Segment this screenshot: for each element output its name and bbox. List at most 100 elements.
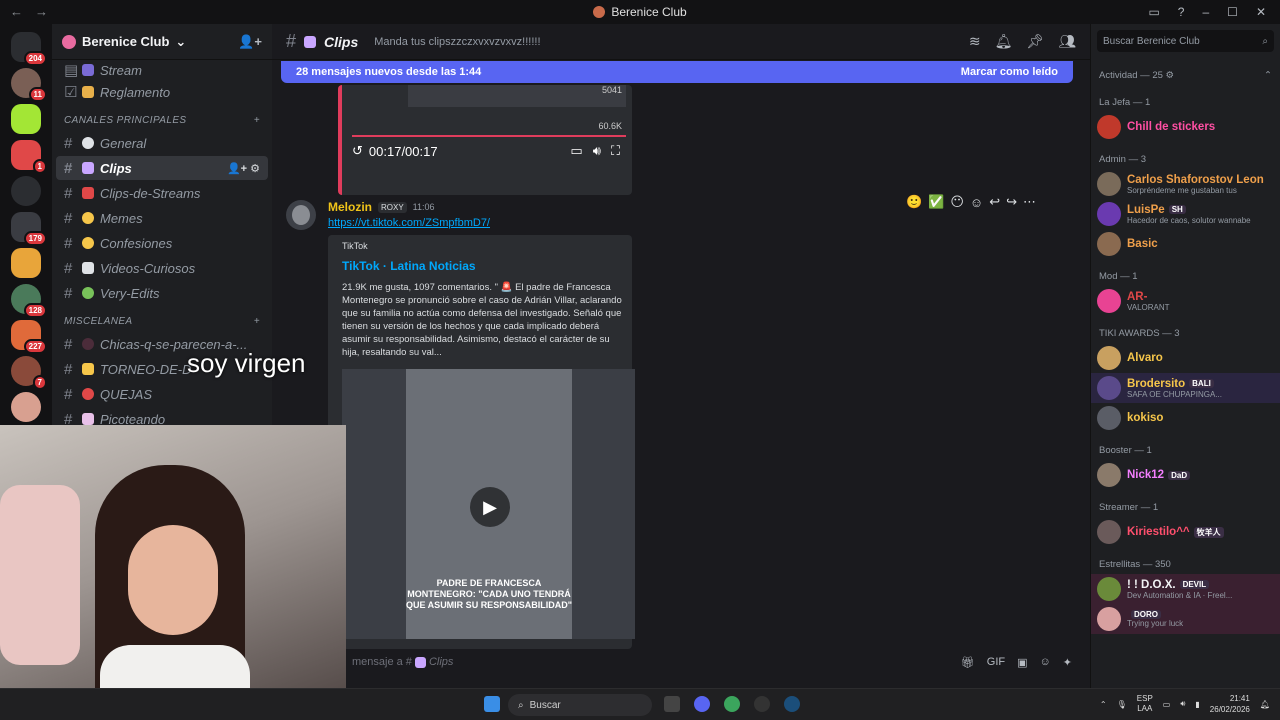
add-channel-icon[interactable]: + — [254, 316, 260, 327]
category-miscelanea[interactable]: MISCELANEA + — [56, 306, 268, 331]
captions-icon[interactable]: ▭ — [570, 143, 582, 159]
obs-icon[interactable] — [754, 696, 770, 712]
task-view-icon[interactable] — [664, 696, 680, 712]
member-item[interactable]: Carlos Shaforostov Leon Sorpréndeme me gu… — [1091, 169, 1280, 199]
member-item[interactable]: Kiriestilo^^ 牧羊人 — [1091, 517, 1280, 547]
mic-icon[interactable]: 🎙︎ — [1117, 700, 1127, 709]
bell-icon[interactable]: 🔔︎ — [995, 33, 1013, 50]
channel-clips[interactable]: # Clips 👤+ ⚙ — [56, 156, 268, 180]
author-name[interactable]: Melozin — [328, 200, 372, 214]
embed-title[interactable]: TikTok · Latina Noticias — [342, 259, 622, 273]
search-input[interactable]: Buscar Berenice Club ⌕ — [1097, 30, 1274, 52]
forward-icon[interactable]: → — [35, 4, 48, 19]
server-header[interactable]: Berenice Club ⌄ 👤+ — [52, 24, 272, 60]
battery-icon[interactable]: ▮ — [1195, 700, 1199, 709]
volume-icon[interactable]: 🔊︎ — [1180, 699, 1185, 709]
member-item[interactable]: Chill de stickers — [1091, 112, 1280, 142]
minimize-button[interactable]: – — [1202, 5, 1209, 19]
title-bar: ← → Berenice Club ▭ ? – ☐ ✕ — [0, 0, 1280, 24]
start-icon[interactable] — [484, 696, 500, 712]
member-item[interactable]: ! ! D.O.X. DEVIL Dev Automation & IA · Fre… — [1091, 574, 1280, 604]
apps-icon[interactable]: ✦ — [1063, 656, 1072, 669]
channel-reglamento[interactable]: ☑ Reglamento — [56, 80, 268, 104]
server-item[interactable] — [11, 176, 41, 206]
server-item[interactable]: 128 — [11, 284, 47, 318]
video-progress-bar[interactable] — [352, 135, 626, 137]
member-item[interactable]: LuisPe SH Hacedor de caos, solutor wannabe — [1091, 199, 1280, 229]
inbox-icon[interactable]: ▭ — [1148, 5, 1159, 19]
server-home[interactable]: 204 — [11, 32, 47, 66]
embed-video[interactable]: ▶ PADRE DE FRANCESCA MONTENEGRO: "CADA U… — [342, 369, 635, 639]
network-icon[interactable]: ▭ — [1163, 700, 1171, 709]
avatar — [1097, 376, 1121, 400]
server-item[interactable] — [11, 248, 41, 278]
guild-tag[interactable]: ROXY — [378, 201, 407, 213]
maximize-button[interactable]: ☐ — [1227, 5, 1238, 19]
language-indicator[interactable]: ESP LAA — [1137, 694, 1153, 714]
play-icon[interactable]: ▶ — [470, 487, 510, 527]
avatar — [1097, 577, 1121, 601]
new-messages-banner[interactable]: 28 mensajes nuevos desde las 1:44 Marcar… — [281, 61, 1073, 83]
channel-very-edits[interactable]: # Very-Edits — [56, 281, 268, 305]
gift-icon[interactable]: 🎁︎ — [961, 656, 975, 669]
pin-icon[interactable]: 📌︎ — [1026, 33, 1044, 50]
members-icon[interactable]: 👥︎ — [1058, 33, 1076, 50]
channel-topic[interactable]: Manda tus clipszzczxvxvzvxvz!!!!!! — [374, 36, 540, 48]
member-item[interactable]: Alvaro — [1091, 343, 1280, 373]
channel-quejas[interactable]: # QUEJAS — [56, 382, 268, 406]
server-item[interactable]: 179 — [11, 212, 47, 246]
chrome-icon[interactable] — [724, 696, 740, 712]
discord-icon[interactable] — [694, 696, 710, 712]
threads-icon[interactable]: ≋ — [969, 33, 981, 50]
message-composer[interactable]: mensaje a # Clips 🎁︎ GIF ▣ ☺ ✦ — [352, 652, 1072, 672]
sticker-icon[interactable]: ▣ — [1017, 656, 1027, 669]
server-item[interactable] — [11, 392, 41, 422]
replay-icon[interactable]: ↺ — [352, 143, 363, 159]
server-item[interactable]: 227 — [11, 320, 47, 354]
notification-icon[interactable]: 🔔︎ — [1260, 700, 1270, 709]
steam-icon[interactable] — [784, 696, 800, 712]
channel-settings-icon[interactable]: 👤+ ⚙ — [227, 162, 260, 175]
channel-stream[interactable]: ▤ Stream — [56, 61, 268, 79]
search-icon: ⌕ — [1262, 35, 1268, 47]
emoji-icon[interactable]: ☺ — [1040, 656, 1051, 669]
chevron-up-icon[interactable]: ⌃ — [1264, 70, 1272, 81]
invite-icon[interactable]: 👤+ — [238, 34, 262, 50]
channel-memes[interactable]: # Memes — [56, 206, 268, 230]
mark-as-read-button[interactable]: Marcar como leído — [961, 66, 1058, 78]
member-item[interactable]: DORO Trying your luck — [1091, 604, 1280, 634]
help-icon[interactable]: ? — [1178, 5, 1185, 19]
channel-clips-de-streams[interactable]: # Clips-de-Streams — [56, 181, 268, 205]
volume-icon[interactable]: 🔊︎ — [593, 143, 601, 159]
back-icon[interactable]: ← — [10, 4, 23, 19]
avatar — [1097, 520, 1121, 544]
server-item[interactable]: 1 — [11, 140, 47, 174]
channel-general[interactable]: # General — [56, 131, 268, 155]
member-item[interactable]: AR- VALORANT — [1091, 286, 1280, 316]
gear-icon: ⚙ — [1165, 70, 1175, 81]
member-item[interactable]: Nick12 DaD — [1091, 460, 1280, 490]
member-item[interactable]: Basic — [1091, 229, 1280, 259]
role-group: La Jefa — 1 — [1099, 97, 1151, 108]
gif-icon[interactable]: GIF — [987, 656, 1005, 669]
clock[interactable]: 21:41 26/02/2026 — [1210, 693, 1250, 715]
taskbar-search[interactable]: ⌕ Buscar — [508, 694, 652, 716]
server-item[interactable]: 7 — [11, 356, 47, 390]
server-item[interactable]: 11 — [11, 68, 47, 102]
message-link[interactable]: https://vt.tiktok.com/ZSmpfbmD7/ — [328, 217, 1048, 229]
channel-confesiones[interactable]: # Confesiones — [56, 231, 268, 255]
close-button[interactable]: ✕ — [1256, 5, 1266, 19]
add-channel-icon[interactable]: + — [254, 115, 260, 126]
previous-video-embed[interactable]: 5041 60.6K ↺ 00:17/00:17 ▭ 🔊︎ ⛶ — [338, 85, 632, 195]
member-item[interactable]: kokiso — [1091, 403, 1280, 433]
fullscreen-icon[interactable]: ⛶ — [611, 143, 620, 159]
channel-emoji-icon — [82, 137, 94, 149]
member-item[interactable]: Brodersito BALI SAFA OE CHUPAPINGA... — [1091, 373, 1280, 403]
hash-icon: # — [64, 234, 73, 252]
category-canales-principales[interactable]: CANALES PRINCIPALES + — [56, 105, 268, 130]
avatar[interactable] — [286, 200, 316, 230]
activity-header[interactable]: Actividad — 25 ⚙ ⌃ — [1091, 58, 1280, 85]
chevron-up-icon[interactable]: ⌃ — [1100, 700, 1107, 709]
channel-videos-curiosos[interactable]: # Videos-Curiosos — [56, 256, 268, 280]
server-item[interactable] — [11, 104, 41, 134]
